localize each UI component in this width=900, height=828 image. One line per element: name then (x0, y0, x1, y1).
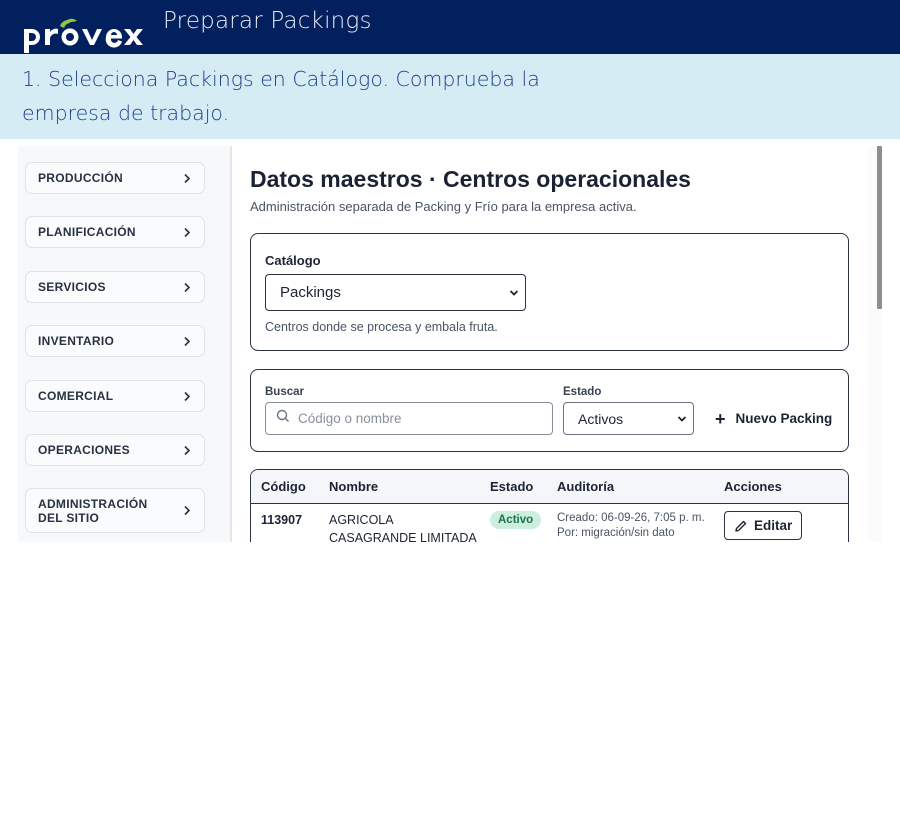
sidebar-item-comercial[interactable]: COMERCIAL (25, 380, 205, 412)
sidebar: PRODUCCIÓN PLANIFICACIÓN SERVICIOS INVEN… (18, 146, 224, 542)
column-header-auditoria[interactable]: Auditoría (557, 479, 614, 494)
sidebar-item-operaciones[interactable]: OPERACIONES (25, 434, 205, 466)
cell-audit-by: Por: migración/sin dato (557, 527, 675, 539)
sidebar-item-administracion[interactable]: ADMINISTRACIÓN DEL SITIO (25, 488, 205, 533)
new-packing-button[interactable]: + Nuevo Packing (715, 408, 833, 429)
status-select[interactable]: Activos (563, 402, 694, 435)
catalog-select-value: Packings (280, 284, 341, 301)
dropdown-arrow-icon (677, 410, 687, 428)
sidebar-item-label: INVENTARIO (38, 334, 115, 348)
sidebar-item-label: OPERACIONES (38, 443, 130, 457)
catalog-hint: Centros donde se procesa y embala fruta. (265, 320, 498, 334)
app-screenshot: PRODUCCIÓN PLANIFICACIÓN SERVICIOS INVEN… (18, 146, 882, 542)
sidebar-item-label: ADMINISTRACIÓN DEL SITIO (38, 496, 148, 525)
page-title: Datos maestros · Centros operacionales (250, 166, 691, 192)
plus-icon: + (715, 408, 726, 429)
dropdown-arrow-icon (509, 284, 519, 302)
cell-code: 113907 (261, 513, 303, 527)
status-select-value: Activos (578, 410, 624, 427)
column-header-acciones: Acciones (724, 479, 782, 494)
column-header-codigo[interactable]: Código (261, 479, 306, 494)
edit-button[interactable]: Editar (724, 511, 803, 540)
catalog-card: Catálogo Packings Centros donde se proce… (250, 233, 849, 351)
sidebar-item-label: SERVICIOS (38, 280, 106, 294)
sidebar-item-inventario[interactable]: INVENTARIO (25, 325, 205, 357)
search-icon (276, 409, 290, 428)
sidebar-item-label: PRODUCCIÓN (38, 171, 124, 185)
new-packing-label: Nuevo Packing (735, 411, 833, 426)
chevron-right-icon (182, 281, 192, 293)
chevron-right-icon (182, 444, 192, 456)
edit-button-label: Editar (754, 518, 793, 533)
filter-card: Buscar Código o nombre Estado Activos + … (250, 369, 849, 452)
catalog-select[interactable]: Packings (265, 274, 526, 311)
scrollbar-thumb[interactable] (877, 146, 882, 309)
instruction-text: 1. Selecciona Packings en Catálogo. Comp… (22, 67, 540, 125)
provex-logo (24, 18, 143, 53)
cell-audit-created: Creado: 06-09-26, 7:05 p. m. (557, 512, 705, 524)
sidebar-item-planificacion[interactable]: PLANIFICACIÓN (25, 216, 205, 248)
chevron-right-icon (182, 505, 192, 517)
app-header: Preparar Packings (0, 0, 900, 54)
instruction-banner: 1. Selecciona Packings en Catálogo. Comp… (0, 54, 900, 139)
sidebar-item-servicios[interactable]: SERVICIOS (25, 271, 205, 303)
catalog-label: Catálogo (265, 253, 321, 268)
main-content: Datos maestros · Centros operacionales A… (232, 146, 868, 542)
sidebar-item-produccion[interactable]: PRODUCCIÓN (25, 162, 205, 194)
page-subtitle: Administración separada de Packing y Frí… (250, 199, 637, 214)
status-label: Estado (563, 386, 602, 398)
column-header-estado[interactable]: Estado (490, 479, 533, 494)
header-title: Preparar Packings (163, 8, 372, 34)
chevron-right-icon (182, 172, 192, 184)
packings-table: Código Nombre Estado Auditoría Acciones … (250, 469, 849, 542)
table-header: Código Nombre Estado Auditoría Acciones (251, 470, 848, 504)
chevron-right-icon (182, 390, 192, 402)
scrollbar[interactable] (868, 146, 882, 542)
column-header-nombre[interactable]: Nombre (329, 479, 378, 494)
search-label: Buscar (265, 386, 304, 398)
search-placeholder: Código o nombre (298, 411, 402, 426)
cell-name: AGRICOLA CASAGRANDE LIMITADA (329, 513, 477, 542)
pencil-icon (734, 519, 748, 533)
chevron-right-icon (182, 226, 192, 238)
sidebar-item-label: COMERCIAL (38, 389, 114, 403)
sidebar-item-label: PLANIFICACIÓN (38, 225, 136, 239)
chevron-right-icon (182, 335, 192, 347)
status-badge: Activo (490, 511, 542, 529)
search-input[interactable]: Código o nombre (265, 402, 553, 435)
